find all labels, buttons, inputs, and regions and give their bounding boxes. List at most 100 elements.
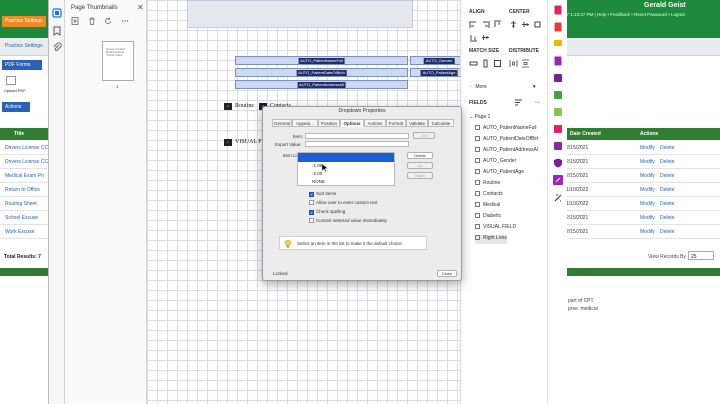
tab-validate[interactable]: Validate xyxy=(406,119,428,127)
subnav-practice-settings[interactable]: Practice Settings xyxy=(5,43,43,49)
table-row[interactable]: Return to Office xyxy=(0,183,48,197)
pdf-forms-button[interactable]: PDF Forms xyxy=(2,60,42,70)
field-list-item[interactable]: Medical xyxy=(475,202,500,211)
check-spelling-checkbox[interactable]: ✓ Check spelling xyxy=(309,209,345,215)
fill-sign-icon[interactable] xyxy=(553,124,563,134)
combine-files-icon[interactable] xyxy=(553,73,563,83)
column-date-created[interactable]: Date Created xyxy=(570,131,601,137)
header-links[interactable]: 07 1:13:47 PM | Help • Feedback • Reset … xyxy=(564,12,685,17)
field-list-item[interactable]: AUTO_PatientAge xyxy=(475,169,524,178)
delete-link[interactable]: Delete xyxy=(660,145,674,151)
table-row[interactable]: Drivers License CC xyxy=(0,155,48,169)
view-records-select[interactable]: 25 xyxy=(688,251,714,260)
tab-actions[interactable]: Actions xyxy=(364,119,386,127)
upload-icon[interactable] xyxy=(6,76,16,85)
send-for-signature-icon[interactable] xyxy=(553,141,563,151)
distribute-horizontal-icon[interactable] xyxy=(509,59,518,68)
field-list-item[interactable]: VISUAL FIELD xyxy=(475,224,516,233)
export-value-input[interactable] xyxy=(305,141,409,147)
scan-ocr-icon[interactable] xyxy=(553,107,563,117)
row-title[interactable]: Return to Office xyxy=(5,187,40,193)
tab-appearance[interactable]: Appear... xyxy=(292,119,318,127)
delete-link[interactable]: Delete xyxy=(660,229,674,235)
modify-link[interactable]: Modify xyxy=(640,229,655,235)
upload-pdf-link[interactable]: Upload PDF xyxy=(4,88,26,93)
practice-settings-tab[interactable]: Practice Settings xyxy=(2,16,46,27)
field-list-item[interactable]: AUTO_PatientNameFull xyxy=(475,125,537,134)
modify-link[interactable]: Modify xyxy=(640,159,655,165)
row-title[interactable]: Drivers License CC xyxy=(5,145,48,151)
up-button[interactable]: Up xyxy=(407,162,433,169)
column-title[interactable]: Title xyxy=(14,131,24,137)
sort-items-checkbox[interactable]: ✓ Sort items xyxy=(309,191,336,197)
visual-field-checkbox[interactable]: ✓ xyxy=(224,139,232,146)
list-item[interactable]: NONE xyxy=(298,178,394,186)
delete-link[interactable]: Delete xyxy=(660,173,674,179)
user-name[interactable]: Gerald Geist xyxy=(644,2,686,9)
tab-calculate[interactable]: Calculate xyxy=(428,119,454,127)
delete-button[interactable]: Delete xyxy=(407,152,433,159)
item-list[interactable]: -1.00 -2.00 NONE xyxy=(297,152,395,186)
commit-immediately-checkbox[interactable]: Commit selected value immediately xyxy=(309,218,387,223)
rotate-icon[interactable] xyxy=(104,17,112,25)
down-button[interactable]: Down xyxy=(407,172,433,179)
row-title[interactable]: Medical Exam Pri xyxy=(5,173,44,179)
column-actions[interactable]: Actions xyxy=(640,131,658,137)
distribute-vertical-icon[interactable] xyxy=(521,59,530,68)
match-height-icon[interactable] xyxy=(481,59,490,68)
page-thumbnail[interactable]: Routine Contacts Medical Diabetic VISUAL F… xyxy=(102,41,134,81)
align-bottom-icon[interactable] xyxy=(469,33,478,42)
modify-link[interactable]: Modify xyxy=(640,145,655,151)
tab-position[interactable]: Position xyxy=(318,119,340,127)
row-title[interactable]: Work Excuse xyxy=(5,229,34,235)
center-both-icon[interactable] xyxy=(533,20,542,29)
tab-general[interactable]: General xyxy=(272,119,292,127)
field-list-item[interactable]: Contacts xyxy=(475,191,503,200)
close-icon[interactable]: ✕ xyxy=(137,3,144,12)
table-row[interactable]: Drivers License CC xyxy=(0,141,48,155)
page-node[interactable]: ⌄ Page 1 xyxy=(469,114,490,123)
page-thumbnails-icon[interactable] xyxy=(52,8,62,18)
add-button[interactable]: Add xyxy=(413,132,435,139)
comment-icon[interactable] xyxy=(553,39,563,49)
delete-link[interactable]: Delete xyxy=(660,159,674,165)
field-list-item[interactable]: AUTO_Gender xyxy=(475,158,516,167)
modify-link[interactable]: Modify xyxy=(640,201,655,207)
align-top-icon[interactable] xyxy=(493,20,502,29)
table-row[interactable]: Routing Sheet xyxy=(0,197,48,211)
table-row[interactable]: Work Excuse xyxy=(0,225,48,239)
protect-icon[interactable] xyxy=(553,158,563,168)
edit-pdf-icon[interactable] xyxy=(553,56,563,66)
prepare-form-icon[interactable] xyxy=(553,175,563,185)
match-both-icon[interactable] xyxy=(493,59,502,68)
field-list-item-selected[interactable]: Right Lens xyxy=(475,235,507,244)
delete-link[interactable]: Delete xyxy=(660,215,674,221)
row-title[interactable]: Drivers License CC xyxy=(5,159,48,165)
bookmark-icon[interactable] xyxy=(52,26,62,36)
attachment-icon[interactable] xyxy=(52,42,62,52)
close-button[interactable]: Close xyxy=(437,270,457,277)
center-horizontal-icon[interactable] xyxy=(509,20,518,29)
tab-format[interactable]: Format xyxy=(386,119,406,127)
form-field[interactable]: AUTO_PatientDateOfBirth xyxy=(235,68,408,77)
create-pdf-icon[interactable] xyxy=(553,22,563,32)
tab-options[interactable]: Options xyxy=(340,119,364,127)
export-pdf-icon[interactable] xyxy=(553,5,563,15)
routine-checkbox[interactable]: ✓ xyxy=(224,103,232,110)
modify-link[interactable]: Modify xyxy=(640,173,655,179)
delete-page-icon[interactable] xyxy=(88,17,96,25)
chevron-down-icon[interactable]: ▾ xyxy=(533,84,536,90)
sort-icon[interactable] xyxy=(514,98,523,107)
form-field[interactable]: AUTO_Gender xyxy=(410,56,460,65)
field-list-item[interactable]: Diabetic xyxy=(475,213,501,222)
allow-custom-text-checkbox[interactable]: Allow user to enter custom text xyxy=(309,200,378,205)
align-left-icon[interactable] xyxy=(469,20,478,29)
table-row[interactable]: Medical Exam Pri xyxy=(0,169,48,183)
more-button[interactable]: ⋯ More xyxy=(469,84,487,90)
form-field[interactable]: AUTO_PatientNameFull xyxy=(235,56,408,65)
modify-link[interactable]: Modify xyxy=(640,187,655,193)
list-item[interactable]: -1.00 xyxy=(298,162,394,170)
modify-link[interactable]: Modify xyxy=(640,215,655,221)
delete-link[interactable]: Delete xyxy=(660,187,674,193)
align-middle-icon[interactable] xyxy=(481,33,490,42)
